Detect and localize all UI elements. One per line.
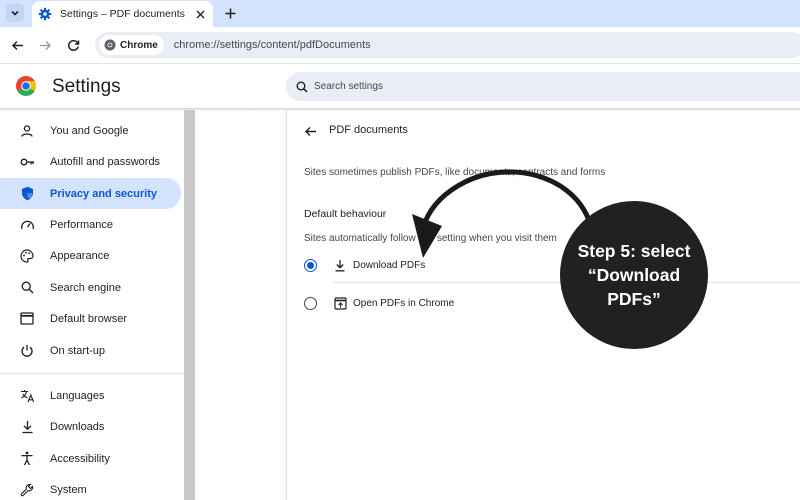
section-title: Default behaviour xyxy=(304,208,387,220)
page-title: Settings xyxy=(52,76,121,97)
sidebar-item-label: System xyxy=(50,483,87,496)
page-description: Sites sometimes publish PDFs, like docum… xyxy=(304,167,606,178)
search-icon xyxy=(19,280,35,296)
gear-icon xyxy=(38,7,52,21)
sidebar-item-label: Downloads xyxy=(50,420,105,433)
accessibility-icon xyxy=(19,451,35,467)
tab-title: Settings – PDF documents xyxy=(60,8,185,20)
arrow-left-icon xyxy=(304,126,316,136)
wrench-icon xyxy=(19,482,35,498)
plus-icon xyxy=(225,8,235,18)
radio-dot xyxy=(307,261,314,269)
subpage-title: PDF documents xyxy=(329,124,408,136)
power-icon xyxy=(19,343,35,359)
sidebar-item-label: Privacy and security xyxy=(50,187,158,200)
pdf-documents-card: PDF documents Sites sometimes publish PD… xyxy=(286,111,800,500)
sidebar-item-autofill[interactable]: Autofill and passwords xyxy=(0,146,181,177)
sidebar-item-default-browser[interactable]: Default browser xyxy=(0,303,181,334)
sidebar-item-languages[interactable]: Languages xyxy=(0,380,181,411)
new-tab-button[interactable] xyxy=(221,4,239,22)
sidebar-item-label: Accessibility xyxy=(50,452,110,465)
sidebar-item-system[interactable]: System xyxy=(0,474,181,500)
forward-button[interactable] xyxy=(36,36,54,54)
sidebar: You and Google Autofill and passwords Pr… xyxy=(0,112,184,500)
toolbar: Chrome chrome://settings/content/pdfDocu… xyxy=(0,27,800,63)
option-download-pdfs[interactable]: Download PDFs xyxy=(304,254,800,276)
step-annotation-badge: Step 5: select “Download PDFs” xyxy=(560,201,708,349)
sidebar-item-label: You and Google xyxy=(50,124,129,137)
palette-icon xyxy=(19,248,35,264)
search-settings-field[interactable] xyxy=(286,72,800,101)
person-icon xyxy=(19,123,35,139)
back-arrow-button[interactable] xyxy=(302,123,318,139)
option-label: Download PDFs xyxy=(353,259,426,271)
radio-open-pdfs-in-chrome[interactable] xyxy=(304,296,317,310)
sidebar-item-search-engine[interactable]: Search engine xyxy=(0,272,181,303)
back-button[interactable] xyxy=(8,36,26,54)
browser-window-icon xyxy=(19,311,35,327)
sidebar-item-performance[interactable]: Performance xyxy=(0,209,181,240)
sidebar-item-label: Languages xyxy=(50,389,105,402)
sidebar-item-label: On start-up xyxy=(50,344,106,357)
tab-search-button[interactable] xyxy=(6,4,24,22)
sidebar-item-label: Autofill and passwords xyxy=(50,155,161,168)
search-input[interactable] xyxy=(314,81,614,92)
arrow-left-icon xyxy=(11,40,23,50)
open-in-new-icon xyxy=(333,296,347,310)
shield-icon xyxy=(19,186,35,202)
section-description: Sites automatically follow this setting … xyxy=(304,233,557,244)
sidebar-divider xyxy=(0,373,184,374)
tab-settings[interactable]: Settings – PDF documents xyxy=(32,1,213,27)
sidebar-item-label: Performance xyxy=(50,218,113,231)
sidebar-item-appearance[interactable]: Appearance xyxy=(0,240,181,271)
sidebar-item-accessibility[interactable]: Accessibility xyxy=(0,443,181,474)
sidebar-item-on-start-up[interactable]: On start-up xyxy=(0,335,181,366)
site-info-chip[interactable]: Chrome xyxy=(99,35,164,55)
sidebar-item-label: Default browser xyxy=(50,312,128,325)
sidebar-item-label: Search engine xyxy=(50,281,121,294)
option-open-pdfs-in-chrome[interactable]: Open PDFs in Chrome xyxy=(304,292,800,314)
close-icon[interactable] xyxy=(193,7,207,21)
sidebar-item-downloads[interactable]: Downloads xyxy=(0,411,181,442)
chip-label: Chrome xyxy=(120,39,158,51)
sidebar-scrollbar[interactable] xyxy=(184,110,195,500)
chevron-down-icon xyxy=(11,10,19,16)
arrow-right-icon xyxy=(39,40,51,50)
gauge-icon xyxy=(19,217,35,233)
tab-strip: Settings – PDF documents xyxy=(0,0,800,27)
search-icon xyxy=(296,81,308,93)
sidebar-item-label: Appearance xyxy=(50,249,110,262)
download-icon xyxy=(333,258,347,272)
download-icon xyxy=(19,419,35,435)
sidebar-item-you-and-google[interactable]: You and Google xyxy=(0,115,181,146)
radio-download-pdfs[interactable] xyxy=(304,258,317,272)
reload-button[interactable] xyxy=(64,36,82,54)
url-text: chrome://settings/content/pdfDocuments xyxy=(173,39,371,51)
option-label: Open PDFs in Chrome xyxy=(353,297,455,309)
chrome-logo-icon xyxy=(16,76,36,96)
key-icon xyxy=(19,154,35,170)
step-annotation-text: Step 5: select “Download PDFs” xyxy=(577,241,691,309)
chrome-logo-icon xyxy=(104,39,116,51)
sidebar-item-privacy-and-security[interactable]: Privacy and security xyxy=(0,178,181,209)
translate-icon xyxy=(19,388,35,404)
reload-icon xyxy=(67,39,79,51)
settings-header: Settings xyxy=(0,64,800,110)
address-bar[interactable]: Chrome chrome://settings/content/pdfDocu… xyxy=(95,32,800,58)
